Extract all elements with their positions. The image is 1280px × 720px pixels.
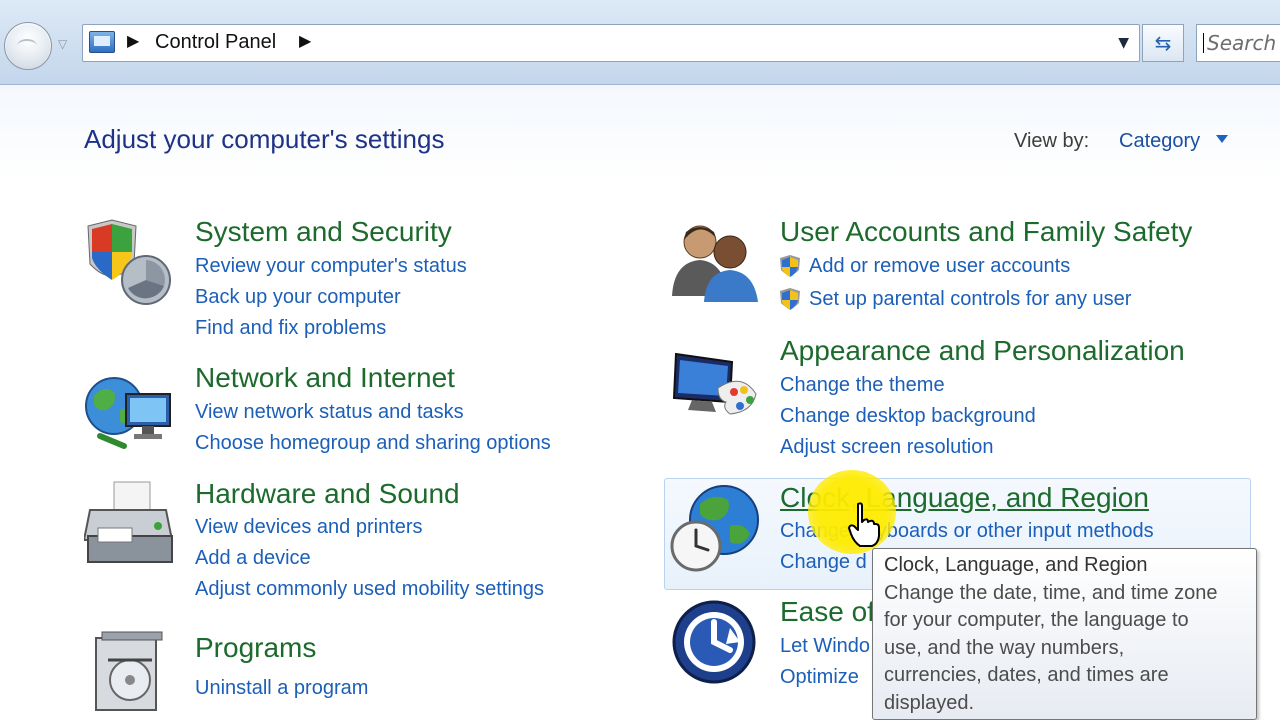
tooltip-line: use, and the way numbers, [884,636,1125,659]
printer-icon[interactable] [84,480,176,570]
link-desktop-background[interactable]: Change desktop background [780,405,1036,428]
programs-box-icon[interactable] [88,630,172,714]
breadcrumb-separator-icon[interactable]: ▶ [127,31,139,50]
link-network-status[interactable]: View network status and tasks [195,401,464,424]
page-title: Adjust your computer's settings [84,124,445,154]
hand-pointer-icon [848,502,880,547]
address-toolbar: ▽ ▶ Control Panel ▶ ▼ ⇆ Search [0,0,1280,85]
link-devices-printers[interactable]: View devices and printers [195,516,423,539]
address-dropdown-icon[interactable]: ▼ [1118,35,1129,51]
breadcrumb-control-panel[interactable]: Control Panel [155,31,276,54]
uac-shield-icon [780,255,800,277]
link-mobility-settings[interactable]: Adjust commonly used mobility settings [195,578,544,601]
link-optimize[interactable]: Optimize [780,666,859,689]
breadcrumb-chevron-icon[interactable]: ▶ [299,31,311,50]
category-system-security[interactable]: System and Security [195,216,452,248]
category-programs[interactable]: Programs [195,632,316,664]
tooltip: Clock, Language, and Region Change the d… [872,548,1257,720]
link-uninstall[interactable]: Uninstall a program [195,677,368,700]
link-screen-resolution[interactable]: Adjust screen resolution [780,436,993,459]
search-input[interactable]: Search [1196,24,1280,62]
link-let-windows[interactable]: Let Windo [780,635,870,658]
tooltip-line: for your computer, the language to [884,609,1189,631]
category-user-accounts[interactable]: User Accounts and Family Safety [780,216,1192,248]
recent-pages-dropdown-icon[interactable]: ▽ [58,37,67,51]
address-field[interactable]: ▶ Control Panel ▶ ▼ [82,24,1140,62]
link-add-remove-accounts[interactable]: Add or remove user accounts [809,255,1070,278]
category-appearance[interactable]: Appearance and Personalization [780,335,1185,367]
link-back-up[interactable]: Back up your computer [195,286,401,309]
link-homegroup[interactable]: Choose homegroup and sharing options [195,432,551,455]
tooltip-line: currencies, dates, and times are [884,664,1169,686]
network-globe-icon[interactable] [84,370,176,454]
link-change-theme[interactable]: Change the theme [780,374,945,397]
chevron-down-icon[interactable] [1216,135,1228,143]
category-ease-of-access[interactable]: Ease of [780,596,875,628]
back-button[interactable] [4,22,52,70]
category-hardware-sound[interactable]: Hardware and Sound [195,478,460,510]
link-change-date[interactable]: Change d [780,551,867,574]
view-by-label: View by: [1014,130,1090,152]
link-find-fix[interactable]: Find and fix problems [195,317,386,340]
refresh-icon: ⇆ [1154,31,1172,55]
tooltip-line: displayed. [884,691,975,714]
link-parental-controls[interactable]: Set up parental controls for any user [809,288,1131,311]
shield-icon[interactable] [84,218,176,308]
uac-shield-icon [780,288,800,310]
tooltip-title: Clock, Language, and Region [884,554,1148,576]
users-icon[interactable] [670,218,762,304]
control-panel-icon [89,31,115,53]
refresh-button[interactable]: ⇆ [1142,24,1184,62]
link-add-device[interactable]: Add a device [195,547,311,570]
monitor-palette-icon[interactable] [672,352,762,424]
back-arrow-icon [17,39,37,53]
view-by-dropdown[interactable]: Category [1119,130,1200,153]
tooltip-line: Change the date, time, and time zone [884,581,1218,604]
globe-clock-icon[interactable] [670,484,762,574]
category-network-internet[interactable]: Network and Internet [195,362,455,394]
ease-of-access-icon[interactable] [670,598,758,686]
link-review-status[interactable]: Review your computer's status [195,255,467,278]
